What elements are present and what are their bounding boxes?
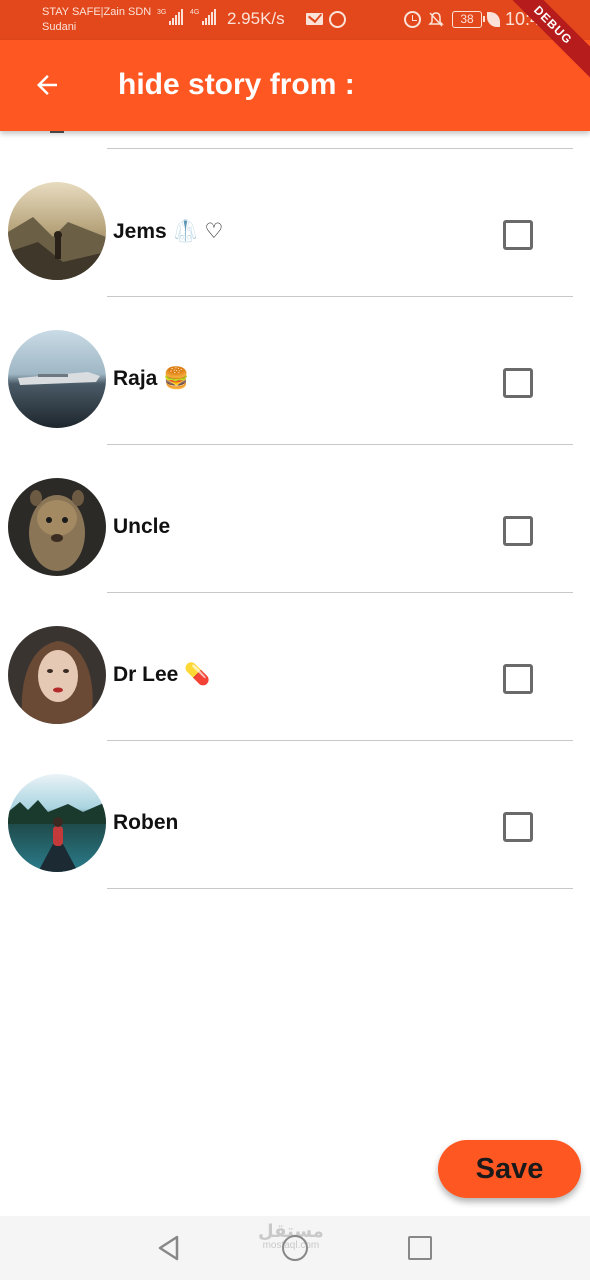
hide-checkbox[interactable] [503, 812, 533, 842]
hide-checkbox[interactable] [503, 220, 533, 250]
nav-back-icon[interactable] [155, 1234, 183, 1262]
avatar [8, 774, 106, 872]
avatar [8, 330, 106, 428]
alarm-icon [404, 11, 421, 28]
screen: STAY SAFE|Zain SDN Sudani 3G 4G 2.95K/s … [0, 0, 590, 1280]
leaf-icon [487, 12, 500, 27]
divider [107, 888, 573, 889]
mail-icon [306, 13, 323, 25]
hide-checkbox[interactable] [503, 664, 533, 694]
list-item[interactable]: Roben [0, 741, 590, 889]
list-item-fragment [50, 131, 64, 133]
save-button[interactable]: Save [438, 1140, 581, 1198]
whatsapp-icon [329, 11, 346, 28]
nav-home-icon[interactable] [282, 1235, 308, 1261]
carrier-info: STAY SAFE|Zain SDN Sudani [42, 5, 151, 35]
contact-name: Raja 🍔 [113, 367, 190, 390]
contact-name: Roben [113, 811, 179, 834]
avatar [8, 478, 106, 576]
contact-name: Dr Lee 💊 [113, 663, 211, 686]
hide-checkbox[interactable] [503, 516, 533, 546]
battery-icon: 38 [452, 11, 485, 28]
contact-name: Uncle [113, 515, 171, 538]
list-item[interactable]: Jems 🥼 ♡ [0, 149, 590, 297]
carrier-line1: STAY SAFE|Zain SDN [42, 6, 152, 18]
app-bar: hide story from : [0, 40, 590, 131]
list-item[interactable]: Raja 🍔 [0, 297, 590, 445]
avatar [8, 182, 106, 280]
avatar [8, 626, 106, 724]
signal-icon-2: 4G [190, 9, 217, 25]
nav-bar: مستقل mostaql.com [0, 1216, 590, 1280]
list-item[interactable]: Uncle [0, 445, 590, 593]
network-speed: 2.95K/s [227, 9, 285, 28]
back-button[interactable] [26, 62, 68, 108]
page-title: hide story from : [118, 68, 355, 101]
contact-name: Jems 🥼 ♡ [113, 220, 224, 243]
signal-icon: 3G [157, 9, 184, 25]
arrow-back-icon [37, 75, 57, 95]
nav-recent-icon[interactable] [408, 1236, 432, 1260]
list-item[interactable]: Dr Lee 💊 [0, 593, 590, 741]
mute-icon [428, 12, 444, 27]
status-bar: STAY SAFE|Zain SDN Sudani 3G 4G 2.95K/s … [0, 0, 590, 40]
carrier-line2: Sudani [42, 21, 77, 33]
hide-checkbox[interactable] [503, 368, 533, 398]
